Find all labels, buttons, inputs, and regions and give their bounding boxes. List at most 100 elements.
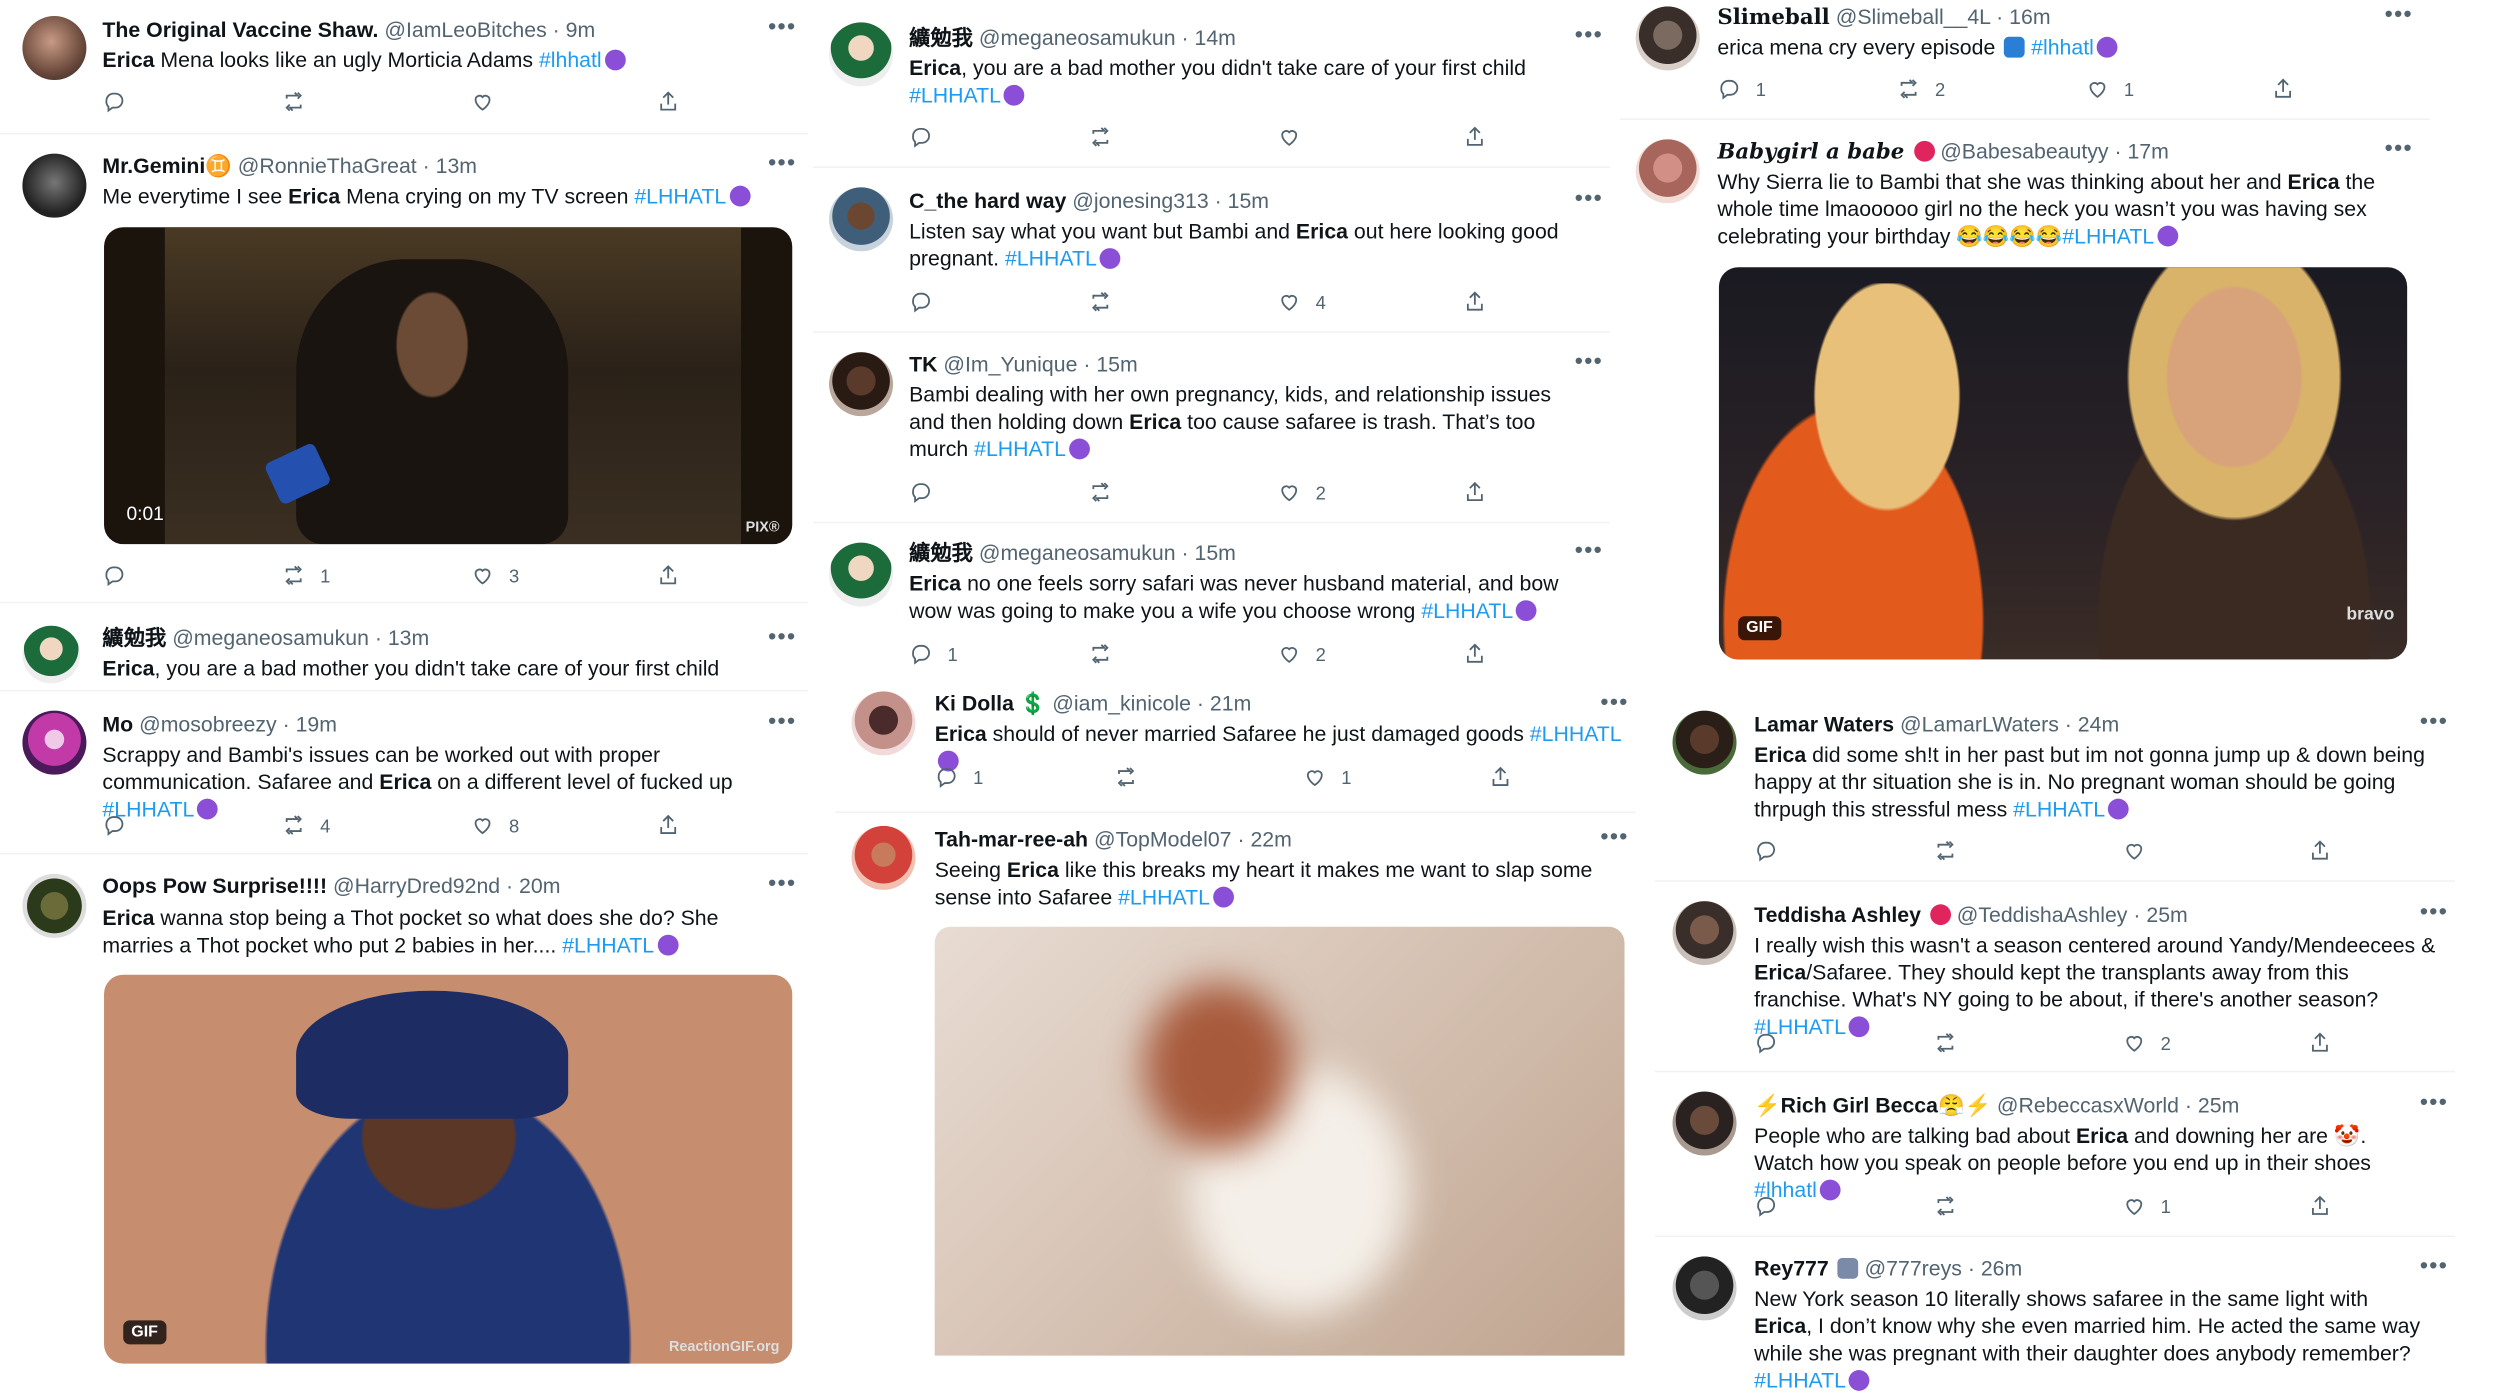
more-dots-icon[interactable]: •••: [1601, 823, 1629, 849]
more-dots-icon[interactable]: •••: [1575, 347, 1603, 373]
share-button[interactable]: [656, 563, 680, 592]
retweet-button[interactable]: [1088, 642, 1112, 671]
handle[interactable]: @meganeosamukun: [979, 26, 1176, 50]
display-name[interactable]: Ki Dolla 💲: [935, 691, 1047, 715]
gif-media[interactable]: [934, 926, 1625, 1356]
hashtag-link[interactable]: #LHHATL: [2013, 797, 2105, 821]
more-dots-icon[interactable]: •••: [768, 869, 796, 895]
more-dots-icon[interactable]: •••: [768, 149, 796, 175]
reply-button[interactable]: 1: [909, 642, 958, 671]
handle[interactable]: @RonnieThaGreat: [238, 154, 417, 178]
like-button[interactable]: 3: [471, 563, 519, 592]
tweet-card[interactable]: Rey777 @777reys · 26m ••• New York seaso…: [1654, 1237, 2456, 1392]
display-name[interactable]: TK: [909, 352, 937, 376]
hashtag-link[interactable]: #LHHATL: [974, 437, 1066, 461]
display-name[interactable]: Oops Pow Surprise!!!!: [102, 874, 327, 898]
retweet-button[interactable]: [1114, 765, 1138, 794]
avatar[interactable]: [851, 691, 916, 756]
tweet-card[interactable]: 纊勉我 @meganeosamukun · 13m ••• Erica, you…: [0, 603, 809, 690]
timestamp[interactable]: · 17m: [2114, 139, 2168, 163]
tweet-card[interactable]: C_the hard way @jonesing313 · 15m ••• Li…: [813, 168, 1611, 332]
more-dots-icon[interactable]: •••: [2420, 1252, 2448, 1278]
tweet-card[interactable]: Oops Pow Surprise!!!! @HarryDred92nd · 2…: [0, 854, 809, 1390]
avatar[interactable]: [1635, 6, 1700, 71]
reply-button[interactable]: [102, 813, 126, 842]
timestamp[interactable]: · 20m: [506, 874, 560, 898]
timestamp[interactable]: · 25m: [2185, 1093, 2239, 1117]
avatar[interactable]: [22, 16, 87, 81]
avatar[interactable]: [829, 542, 894, 607]
share-button[interactable]: [1463, 480, 1487, 509]
avatar[interactable]: [22, 625, 81, 684]
tweet-card[interactable]: Babygirl a babe @Babesabeautyy · 17m •••…: [1619, 120, 2430, 681]
timestamp[interactable]: · 13m: [375, 626, 429, 650]
tweet-card[interactable]: TK @Im_Yunique · 15m ••• Bambi dealing w…: [813, 332, 1611, 522]
display-name[interactable]: 纊勉我: [102, 626, 166, 650]
hashtag-link[interactable]: #LHHATL: [1118, 885, 1210, 909]
like-button[interactable]: [471, 90, 495, 119]
handle[interactable]: @777reys: [1865, 1256, 1962, 1280]
timestamp[interactable]: · 26m: [1968, 1256, 2022, 1280]
reply-button[interactable]: [909, 125, 933, 154]
reply-button[interactable]: 1: [935, 765, 983, 794]
more-dots-icon[interactable]: •••: [2420, 707, 2448, 733]
handle[interactable]: @iam_kinicole: [1052, 691, 1191, 715]
hashtag-link[interactable]: #LHHATL: [909, 83, 1001, 107]
tweet-card[interactable]: ⚡Rich Girl Becca😤⚡ @RebeccasxWorld · 25m…: [1654, 1072, 2456, 1236]
like-button[interactable]: 8: [471, 813, 519, 842]
hashtag-link[interactable]: #LHHATL: [1421, 599, 1513, 623]
more-dots-icon[interactable]: •••: [2420, 898, 2448, 924]
gif-media[interactable]: GIF ReactionGIF.org: [104, 974, 793, 1364]
tweet-card[interactable]: Tah-mar-ree-ah @TopModel07 · 22m ••• See…: [835, 813, 1636, 1374]
share-button[interactable]: [656, 813, 680, 842]
display-name[interactable]: Mr.Gemini♊: [102, 154, 231, 178]
avatar[interactable]: [829, 187, 894, 252]
like-button[interactable]: [2122, 839, 2146, 868]
handle[interactable]: @IamLeoBitches: [384, 18, 546, 42]
more-dots-icon[interactable]: •••: [2420, 1088, 2448, 1114]
timestamp[interactable]: · 16m: [1996, 5, 2050, 29]
handle[interactable]: @meganeosamukun: [979, 541, 1176, 565]
share-button[interactable]: [1463, 125, 1487, 154]
handle[interactable]: @RebeccasxWorld: [1997, 1093, 2179, 1117]
avatar[interactable]: [829, 352, 894, 417]
timestamp[interactable]: · 21m: [1197, 691, 1251, 715]
timestamp[interactable]: · 14m: [1181, 26, 1235, 50]
retweet-button[interactable]: [1933, 1194, 1957, 1223]
reply-button[interactable]: 1: [1717, 77, 1766, 106]
hashtag-link[interactable]: #LHHATL: [634, 184, 726, 208]
timestamp[interactable]: · 15m: [1215, 189, 1269, 213]
more-dots-icon[interactable]: •••: [768, 623, 796, 649]
tweet-card[interactable]: 纊勉我 @meganeosamukun · 15m ••• Erica no o…: [813, 523, 1611, 684]
handle[interactable]: @Babesabeautyy: [1940, 139, 2108, 163]
retweet-button[interactable]: 2: [1897, 77, 1945, 106]
handle[interactable]: @TeddishaAshley: [1957, 903, 2128, 927]
video-player[interactable]: 0:01 PIX®: [104, 227, 793, 545]
tweet-card[interactable]: Mo @mosobreezy · 19m ••• Scrappy and Bam…: [0, 691, 809, 854]
avatar[interactable]: [22, 153, 87, 218]
avatar[interactable]: [1635, 139, 1700, 204]
timestamp[interactable]: · 15m: [1083, 352, 1137, 376]
hashtag-link[interactable]: #LHHATL: [1005, 246, 1097, 270]
timestamp[interactable]: · 15m: [1181, 541, 1235, 565]
reply-button[interactable]: [102, 563, 126, 592]
display-name[interactable]: Mo: [102, 712, 133, 736]
handle[interactable]: @jonesing313: [1072, 189, 1208, 213]
like-button[interactable]: 2: [2122, 1031, 2171, 1060]
share-button[interactable]: [1488, 765, 1512, 794]
tweet-card[interactable]: 纊勉我 @meganeosamukun · 14m ••• Erica, you…: [813, 6, 1611, 167]
tweet-card[interactable]: The Original Vaccine Shaw. @IamLeoBitche…: [0, 0, 809, 133]
handle[interactable]: @meganeosamukun: [172, 626, 369, 650]
display-name[interactable]: Teddisha Ashley: [1754, 903, 1921, 927]
retweet-button[interactable]: 4: [282, 813, 330, 842]
display-name[interactable]: The Original Vaccine Shaw.: [102, 18, 378, 42]
hashtag-link[interactable]: #LHHATL: [2062, 224, 2154, 248]
handle[interactable]: @LamarLWaters: [1900, 712, 2059, 736]
tweet-card[interactable]: Ki Dolla 💲 @iam_kinicole · 21m ••• Erica…: [835, 683, 1636, 812]
share-button[interactable]: [1463, 290, 1487, 319]
share-button[interactable]: [1463, 642, 1487, 671]
timestamp[interactable]: · 22m: [1237, 827, 1291, 851]
tweet-card[interactable]: Mr.Gemini♊ @RonnieThaGreat · 13m ••• Me …: [0, 134, 809, 602]
reply-button[interactable]: [1754, 839, 1778, 868]
display-name[interactable]: 纊勉我: [909, 541, 973, 565]
